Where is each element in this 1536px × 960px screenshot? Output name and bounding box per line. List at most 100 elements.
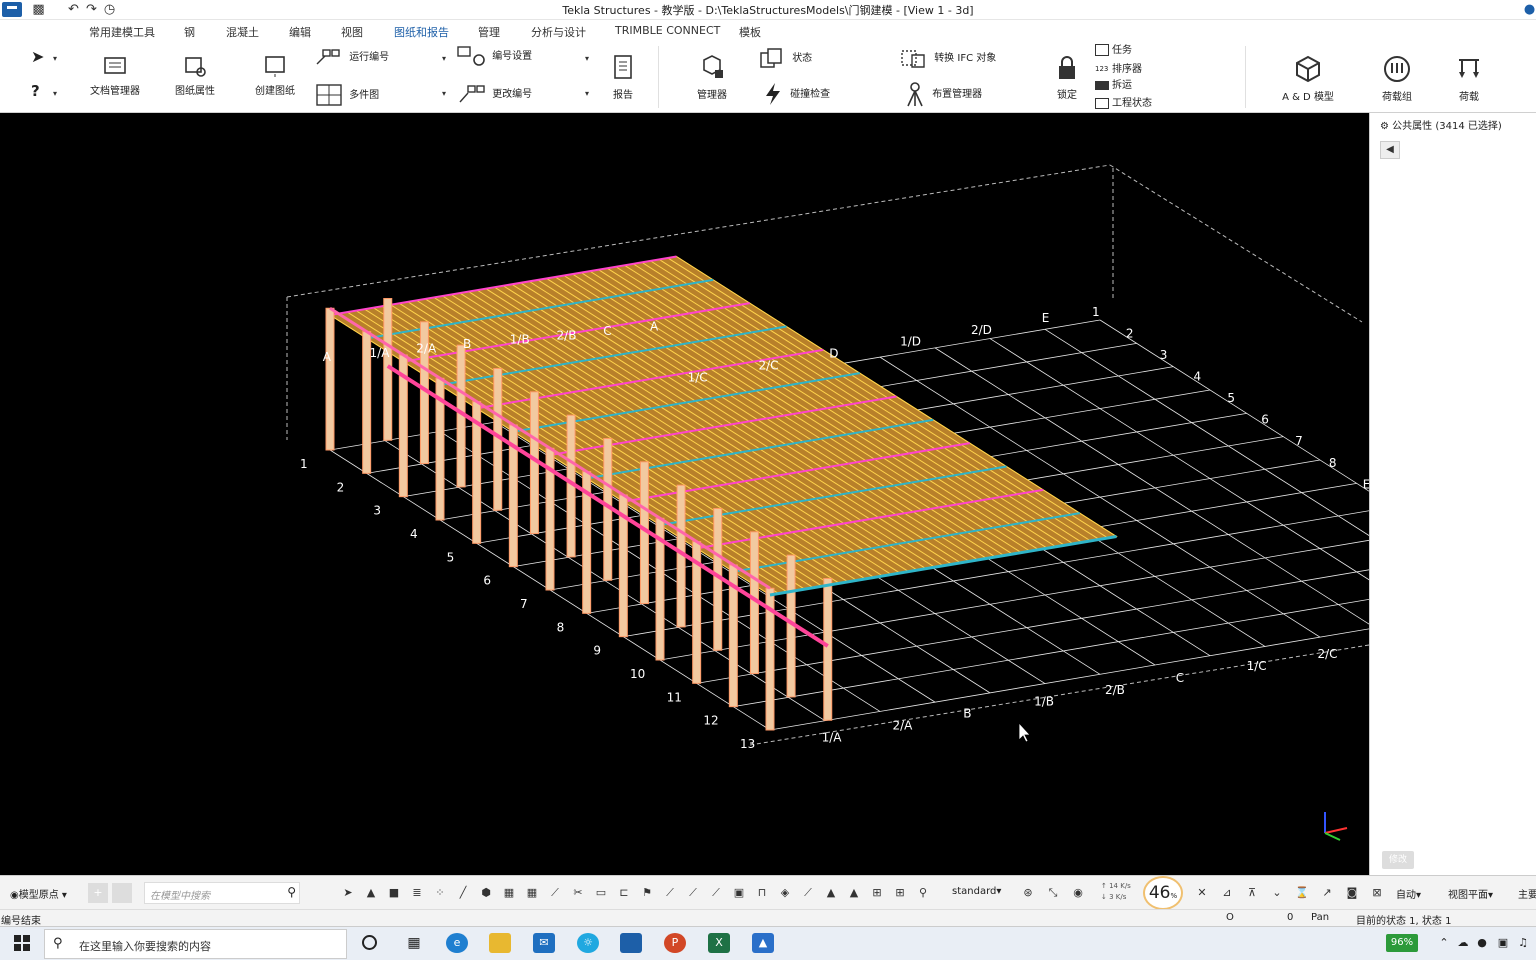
snap-tool-icon[interactable]: ⊞ [892,885,908,901]
change-numbering-button[interactable]: 更改编号 [456,84,532,103]
snap-tool-icon[interactable]: ⟋ [685,885,701,901]
snap-tool-icon[interactable]: ≣ [409,885,425,901]
doc-manager-button[interactable]: 文档管理器 [86,54,144,97]
layout-manager-button[interactable]: 布置管理器 [904,81,982,107]
snap-tool-icon[interactable]: ⚑ [639,885,655,901]
steel-structure[interactable] [325,255,1118,731]
tab-steel[interactable]: 钢 [184,24,195,40]
multi-drawing-button[interactable]: 多件图 [315,84,379,106]
file-explorer-icon[interactable] [489,933,511,953]
volume-icon[interactable]: ♫ [1512,933,1534,953]
tab-analysis[interactable]: 分析与设计 [531,24,586,40]
snap-tool-icon[interactable]: ▲ [823,885,839,901]
view-plane-dropdown[interactable]: 视图平面▾ [1448,886,1493,901]
view-tool-icon[interactable]: ⤡ [1045,885,1061,901]
select-dropdown-icon[interactable]: ▾ [53,54,57,63]
snap-tool-icon[interactable]: ⟋ [708,885,724,901]
run-numbering-dropdown-icon[interactable]: ▾ [442,54,446,63]
control-tool-icon[interactable]: ⊼ [1244,885,1260,901]
sorter-button[interactable]: 123 排序器 [1095,60,1142,78]
help-icon[interactable]: ? [31,82,40,100]
snap-tool-icon[interactable]: ⚲ [915,885,931,901]
net-monitor-gauge[interactable]: 46% [1143,876,1183,910]
battery-indicator[interactable]: 96% [1386,934,1418,952]
snap-tool-icon[interactable]: ▦ [524,885,540,901]
tekla-taskbar-icon[interactable] [620,933,642,953]
control-tool-icon[interactable]: ◙ [1344,885,1360,901]
snap-tool-icon[interactable]: ▭ [593,885,609,901]
snap-tool-icon[interactable]: ▣ [731,885,747,901]
snap-tool-icon[interactable]: ⬢ [478,885,494,901]
control-tool-icon[interactable]: ⌄ [1269,885,1285,901]
clash-check-button[interactable]: 碰撞检查 [762,82,830,105]
tab-templates[interactable]: 模板 [739,24,761,40]
taskbar-search-input[interactable]: ⚲ 在这里输入你要搜索的内容 [44,929,347,959]
origin-dropdown[interactable]: ◉模型原点 ▾ [10,886,67,901]
multi-drawing-dropdown-icon[interactable]: ▾ [442,89,446,98]
view-tool-icon[interactable]: ⊛ [1020,885,1036,901]
control-tool-icon[interactable]: ⌛ [1294,885,1310,901]
numbering-settings-dropdown-icon[interactable]: ▾ [585,54,589,63]
info-icon[interactable]: ● [1522,2,1536,17]
windows-start-icon[interactable] [14,935,30,951]
manager-button[interactable]: 管理器 [692,54,732,101]
model-canvas[interactable]: 123456789101112131/A2/AB1/B2/BC1/C2/CD1/… [0,113,1369,875]
microphone-icon[interactable]: ● [1471,933,1493,953]
convert-ifc-button[interactable]: 转换 IFC 对象 [898,47,996,68]
main-dropdown[interactable]: 主要 [1518,886,1536,901]
snap-tool-icon[interactable]: ▦ [501,885,517,901]
run-numbering-button[interactable]: 运行编号 [315,48,389,66]
model-view-3d[interactable]: 123456789101112131/A2/AB1/B2/BC1/C2/CD1/… [0,113,1369,875]
snap-tool-icon[interactable]: ▲ [846,885,862,901]
load-groups-button[interactable]: 荷载组 [1377,54,1417,103]
control-tool-icon[interactable]: ⊿ [1219,885,1235,901]
search-icon[interactable]: ⚲ [287,885,296,899]
change-numbering-dropdown-icon[interactable]: ▾ [585,89,589,98]
delete-plane-button[interactable] [112,883,132,903]
snap-tool-icon[interactable]: ⁘ [432,885,448,901]
chat-app-icon[interactable]: ☼ [577,933,599,953]
status-button[interactable]: 状态 [758,47,812,68]
snap-tool-icon[interactable]: ⊓ [754,885,770,901]
snap-tool-icon[interactable]: ◈ [777,885,793,901]
tab-manage[interactable]: 管理 [478,24,500,40]
control-tool-icon[interactable]: ⊠ [1369,885,1385,901]
create-drawing-button[interactable]: 创建图纸 [248,54,302,97]
snap-tool-icon[interactable]: ▲ [363,885,379,901]
ad-model-button[interactable]: A & D 模型 [1277,54,1339,103]
mail-icon[interactable]: ✉ [533,933,555,953]
tab-concrete[interactable]: 混凝土 [226,24,259,40]
view-filter-dropdown[interactable]: standard▾ [952,886,1001,897]
tab-drawings-reports[interactable]: 图纸和报告 [386,24,457,44]
report-button[interactable]: 报告 [606,54,640,101]
edge-browser-icon[interactable]: e [446,933,468,953]
tab-view[interactable]: 视图 [341,24,363,40]
collapse-panel-button[interactable]: ◀ [1380,141,1400,159]
tab-common[interactable]: 常用建模工具 [89,24,155,40]
tab-edit[interactable]: 编辑 [289,24,311,40]
auto-dropdown[interactable]: 自动▾ [1396,886,1421,901]
snap-tool-icon[interactable]: ■ [386,885,402,901]
view-tool-icon[interactable]: ◉ [1070,885,1086,901]
snap-tool-icon[interactable]: ⟋ [662,885,678,901]
powerpoint-icon[interactable]: P [664,933,686,953]
tab-trimble-connect[interactable]: TRIMBLE CONNECT [615,24,720,37]
add-plane-button[interactable]: + [88,883,108,903]
demolish-button[interactable]: 拆运 [1095,77,1132,95]
cortana-icon[interactable] [362,935,377,950]
project-status-button[interactable]: 工程状态 [1095,95,1152,113]
lock-button[interactable]: 锁定 [1052,54,1082,101]
help-dropdown-icon[interactable]: ▾ [53,89,57,98]
control-tool-icon[interactable]: ↗ [1319,885,1335,901]
photos-app-icon[interactable]: ▲ [752,933,774,953]
excel-icon[interactable]: X [708,933,730,953]
drawing-props-button[interactable]: 图纸属性 [168,54,222,97]
task-view-icon[interactable]: ▦ [403,933,425,953]
model-search-input[interactable]: 在模型中搜索 ⚲ [144,882,300,904]
snap-tool-icon[interactable]: ⟋ [800,885,816,901]
snap-tool-icon[interactable]: ⟋ [547,885,563,901]
modify-button[interactable]: 修改 [1382,851,1414,869]
snap-tool-icon[interactable]: ╱ [455,885,471,901]
snap-tool-icon[interactable]: ⊞ [869,885,885,901]
display-icon[interactable]: ▣ [1492,933,1514,953]
